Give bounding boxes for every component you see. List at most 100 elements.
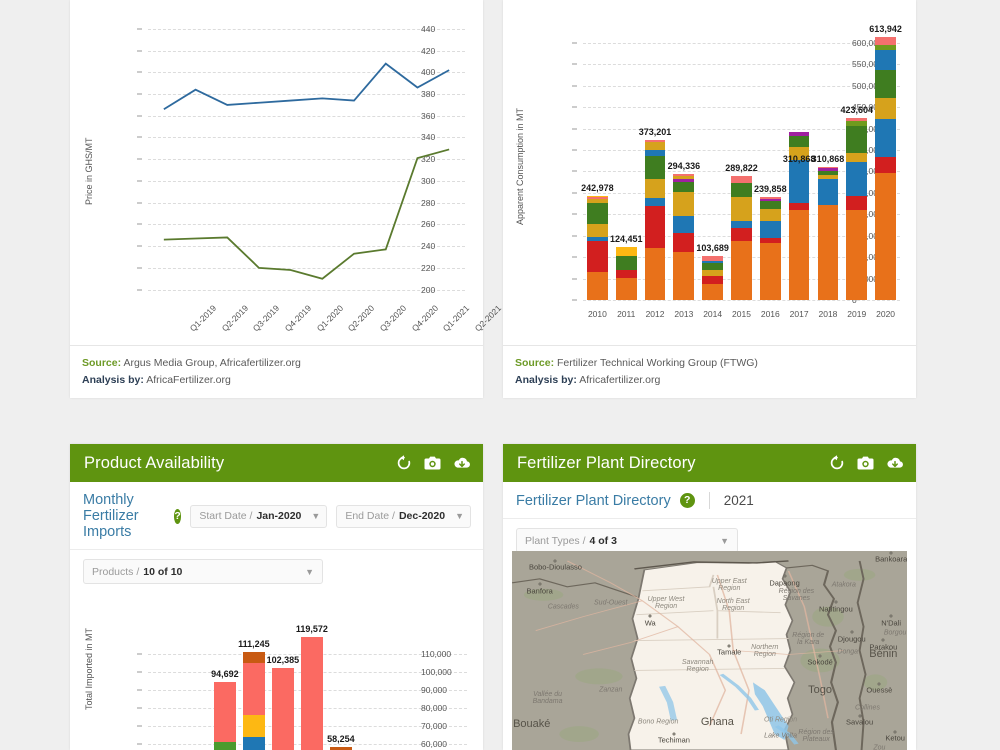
y-tick-label: 100,000 xyxy=(421,667,452,677)
y-tick-mark xyxy=(572,106,577,108)
y-tick-mark xyxy=(572,235,577,237)
camera-icon[interactable] xyxy=(857,456,874,470)
map-label: Ghana xyxy=(700,716,734,729)
source-value: Argus Media Group, Africafertilizer.org xyxy=(123,357,301,370)
cloud-download-icon[interactable] xyxy=(453,456,471,470)
header-icon-group xyxy=(396,455,471,471)
map-label: Sokodé xyxy=(807,657,833,667)
end-date-select[interactable]: End Date / Dec-2020 ▼ xyxy=(336,504,471,528)
bar-value-label: 310,868 xyxy=(811,153,845,164)
bar-segment xyxy=(817,170,839,176)
map-label: Savannah Region xyxy=(681,659,714,674)
bar-segment xyxy=(644,198,666,206)
plant-directory-map[interactable]: Bobo-Dioulasso Banfora Cascades Sud-Ouest Up… xyxy=(512,551,907,750)
bar-segment xyxy=(615,246,637,257)
map-label: Sud-Ouest xyxy=(594,599,628,607)
dashboard-page: Price in GHS/MT 200 220 240 260 280 300 320 340 3… xyxy=(0,0,1000,750)
year-value[interactable]: 2021 xyxy=(724,493,754,508)
sub-title: Fertilizer Plant Directory xyxy=(516,492,671,509)
bar-segment xyxy=(788,160,810,204)
product-availability-header: Product Availability xyxy=(70,444,483,482)
y-tick-mark xyxy=(572,170,577,172)
map-city-marker xyxy=(893,730,897,734)
map-label: Région des Savanes xyxy=(778,587,815,602)
map-label: Oti Region xyxy=(764,716,798,724)
bar-segment xyxy=(846,121,868,126)
bar-value-label: 94,692 xyxy=(211,668,239,679)
plant-directory-card: Fertilizer Plant Directory Fertilizer Pl… xyxy=(503,444,916,750)
bar-segment xyxy=(587,241,608,273)
consumption-chart-footer: Source: Fertilizer Technical Working Gro… xyxy=(503,345,916,398)
map-label: Upper East Region xyxy=(711,577,747,592)
bar-segment xyxy=(213,681,237,743)
y-tick-label: 70,000 xyxy=(421,721,447,731)
bar-segment xyxy=(817,175,839,180)
y-tick-label: 110,000 xyxy=(421,649,452,659)
y-tick-label: 90,000 xyxy=(421,685,447,695)
bar-segment xyxy=(731,182,752,197)
bar-segment xyxy=(731,175,752,183)
map-city-marker xyxy=(672,732,676,736)
map-label: Bénin xyxy=(869,648,898,661)
y-tick-mark xyxy=(572,213,577,215)
bar-segment xyxy=(759,201,781,209)
bar-segment xyxy=(702,270,724,276)
map-label: Wa xyxy=(644,618,656,628)
map-city-marker xyxy=(538,582,542,586)
bar-segment xyxy=(817,168,839,171)
bar-value-label: 613,942 xyxy=(869,23,902,34)
bar-segment xyxy=(271,667,295,750)
bar xyxy=(788,132,810,300)
bar-segment xyxy=(817,204,839,300)
y-tick-mark xyxy=(572,42,577,44)
refresh-icon[interactable] xyxy=(829,455,845,471)
bar-segment xyxy=(817,179,839,205)
bar xyxy=(587,195,608,300)
bar xyxy=(875,36,896,300)
map-label: Dapaong xyxy=(769,578,800,588)
camera-icon[interactable] xyxy=(424,456,441,470)
map-label: Collines xyxy=(855,704,880,712)
y-tick-mark xyxy=(572,128,577,130)
bar-value-label: 58,254 xyxy=(327,734,355,745)
map-city-marker xyxy=(834,600,838,604)
product-availability-card: Product Availability Monthly Fertilizer … xyxy=(70,444,483,750)
map-city-marker xyxy=(889,614,893,618)
bar-segment xyxy=(731,220,752,228)
plant-types-select[interactable]: Plant Types / 4 of 3 ▼ xyxy=(516,528,738,553)
bar-segment xyxy=(702,276,724,285)
bar-segment xyxy=(673,216,695,233)
bar-segment xyxy=(644,155,666,180)
y-tick-mark xyxy=(137,689,142,691)
bar-segment xyxy=(731,196,752,221)
price-line-chart: Price in GHS/MT 200 220 240 260 280 300 320 340 3… xyxy=(70,0,503,357)
bar-segment xyxy=(759,197,781,200)
y-tick-mark xyxy=(137,743,142,745)
y-tick-mark xyxy=(137,725,142,727)
bar-segment xyxy=(673,232,695,252)
bar-segment xyxy=(846,118,868,122)
bar-segment xyxy=(242,715,266,737)
bar-segment xyxy=(875,97,896,120)
help-icon[interactable]: ? xyxy=(173,508,182,524)
bar-value-label: 103,689 xyxy=(696,242,729,253)
refresh-icon[interactable] xyxy=(396,455,412,471)
bar xyxy=(817,166,839,300)
bar-value-label: 124,451 xyxy=(609,233,643,244)
map-label: Natitingou xyxy=(819,604,853,614)
bar-segment xyxy=(615,256,637,268)
map-city-marker xyxy=(783,574,787,578)
y-tick-mark xyxy=(572,299,577,301)
start-date-select[interactable]: Start Date / Jan-2020 ▼ xyxy=(190,504,328,528)
bar-segment xyxy=(731,227,752,242)
map-label: Vallée du Bandama xyxy=(532,691,563,706)
cloud-download-icon[interactable] xyxy=(886,456,904,470)
map-city-marker xyxy=(877,682,881,686)
end-date-label: End Date / xyxy=(345,510,395,522)
bar-segment xyxy=(759,238,781,243)
monthly-imports-chart: Total Imported in MT40,00050,00060,00070… xyxy=(70,552,483,750)
help-icon[interactable]: ? xyxy=(679,493,695,508)
bar-segment xyxy=(875,36,896,45)
bar-segment xyxy=(587,199,608,204)
map-label: Cascades xyxy=(547,603,579,611)
